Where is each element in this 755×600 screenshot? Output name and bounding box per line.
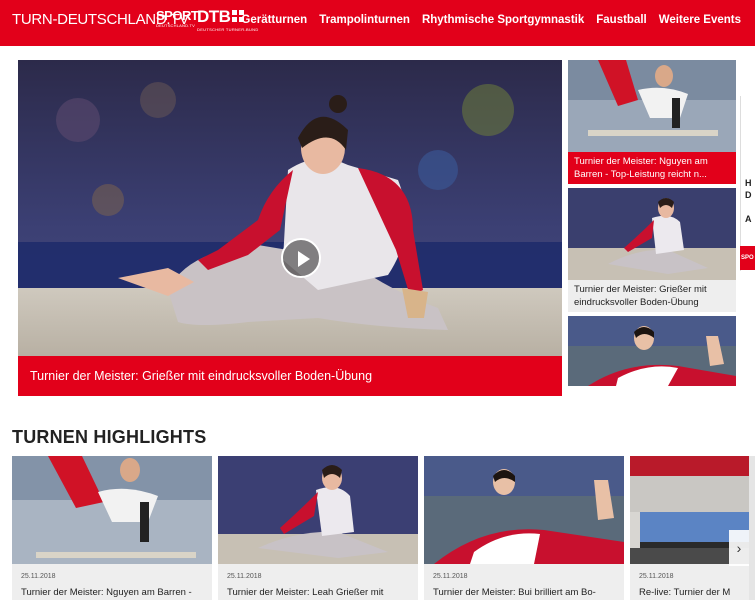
dtb-logo-subtext: DEUTSCHER TURNER-BUND [197,27,259,32]
edge-ad-letter: A [745,214,752,224]
side-card-caption: Turnier der Meister: Nguyen am Barren - … [568,152,736,184]
highlight-card[interactable]: 25.11.2018 Turnier der Meister: Bui bril… [424,456,624,600]
edge-ad-badge[interactable]: SPO [740,246,755,270]
sport-deutschland-logo[interactable]: SPORT DEUTSCHLAND.TV [156,8,199,28]
main-nav: Gerätturnen Trampolinturnen Rhythmische … [241,14,741,26]
carousel-scroll-strip [749,456,755,600]
highlight-title: Turnier der Meister: Leah Grießer mit [227,587,384,598]
edge-advertisement[interactable]: H D A [740,96,755,271]
play-icon [298,251,310,267]
sport-logo-subtext: DEUTSCHLAND.TV [156,23,196,28]
highlight-card[interactable]: 25.11.2018 Re-live: Turnier der M [630,456,755,600]
highlight-date: 25.11.2018 [639,573,674,580]
side-card-image [568,316,736,386]
side-card-caption-line1: Turnier der Meister: Nguyen am [574,156,708,167]
side-card-caption-line2: Barren - Top-Leistung reicht n... [574,169,707,180]
highlight-date: 25.11.2018 [21,573,56,580]
highlight-card-image [12,456,212,564]
hero-caption[interactable]: Turnier der Meister: Grießer mit eindruc… [18,356,562,396]
highlight-card-image [424,456,624,564]
nav-item-weitere-events[interactable]: Weitere Events [659,14,741,26]
edge-ad-letter: D [745,190,752,200]
side-card-griesser[interactable]: Turnier der Meister: Grießer mit eindruc… [568,188,736,312]
highlight-title: Turnier der Meister: Nguyen am Barren - [21,587,192,598]
side-card-caption: Turnier der Meister: Grießer mit eindruc… [568,280,736,312]
site-header: TURN-DEUTSCHLAND.TV SPORT DEUTSCHLAND.TV… [0,0,755,46]
hero-image [18,60,562,356]
side-card-nguyen[interactable]: Turnier der Meister: Nguyen am Barren - … [568,60,736,184]
highlight-date: 25.11.2018 [227,573,262,580]
nav-item-trampolinturnen[interactable]: Trampolinturnen [319,14,410,26]
highlight-title: Turnier der Meister: Bui brilliert am Bo… [433,587,596,598]
play-button[interactable] [281,238,321,278]
highlight-title: Re-live: Turnier der M [639,587,731,598]
nav-item-faustball[interactable]: Faustball [596,14,646,26]
side-card-bui[interactable] [568,316,736,386]
highlight-card[interactable]: 25.11.2018 Turnier der Meister: Nguyen a… [12,456,212,600]
dtb-logo-text: DTB [197,7,231,26]
highlights-title: TURNEN HIGHLIGHTS [12,427,207,447]
highlight-date: 25.11.2018 [433,573,468,580]
highlight-card-image [218,456,418,564]
carousel-next-icon[interactable]: › [729,530,749,566]
side-card-image [568,188,736,280]
side-card-caption-line2: eindrucksvoller Boden-Übung [574,297,699,308]
sport-logo-text: SPORT [156,8,199,23]
side-card-image [568,60,736,152]
highlight-card[interactable]: 25.11.2018 Turnier der Meister: Leah Gri… [218,456,418,600]
side-card-caption-line1: Turnier der Meister: Grießer mit [574,284,707,295]
nav-item-rhythmische-sportgymnastik[interactable]: Rhythmische Sportgymnastik [422,14,584,26]
hero-video[interactable]: Turnier der Meister: Grießer mit eindruc… [18,60,562,396]
nav-item-geraetturnen[interactable]: Gerätturnen [241,14,307,26]
edge-ad-letter: H [745,178,752,188]
